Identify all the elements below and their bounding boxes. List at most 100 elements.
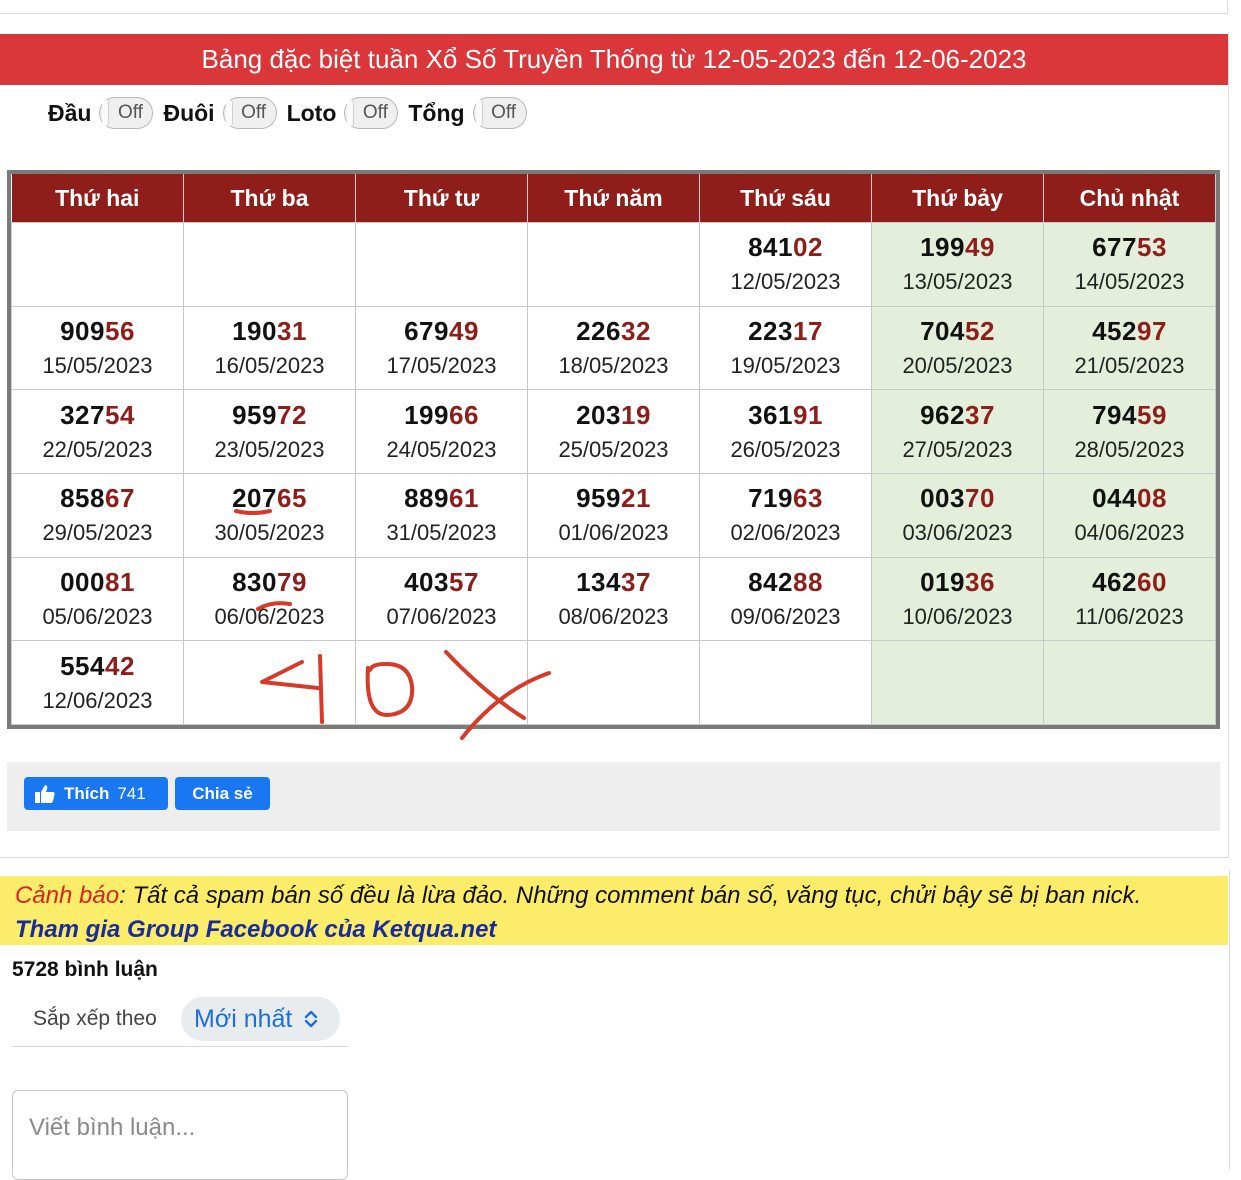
number-head: 841 xyxy=(748,232,793,263)
result-date: 14/05/2023 xyxy=(1074,269,1185,295)
share-button[interactable]: Chia sẻ xyxy=(175,777,270,810)
result-cell: 67753 14/05/2023 xyxy=(1043,222,1216,307)
result-number: 22317 xyxy=(700,316,871,346)
result-date: 25/05/2023 xyxy=(558,436,669,462)
toggle-dau[interactable]: Off xyxy=(99,97,154,129)
column-header: Thứ sáu xyxy=(699,174,872,223)
result-date: 27/05/2023 xyxy=(902,436,1013,462)
result-cell: 22317 19/05/2023 xyxy=(699,305,872,391)
number-tail: 21 xyxy=(620,483,651,514)
result-cell: 95972 23/05/2023 xyxy=(183,389,356,474)
number-head: 858 xyxy=(60,483,105,514)
result-cell: 04408 04/06/2023 xyxy=(1043,472,1216,558)
chevron-updown-icon xyxy=(305,1010,318,1028)
result-date: 21/05/2023 xyxy=(1074,352,1185,378)
toggle-knob xyxy=(225,100,233,126)
result-cell: 22632 18/05/2023 xyxy=(527,305,700,391)
result-number: 71963 xyxy=(700,483,871,513)
result-number: 67949 xyxy=(356,316,527,346)
divider xyxy=(12,1046,348,1047)
toggle-duoi[interactable]: Off xyxy=(222,97,277,129)
sort-select[interactable]: Mới nhất xyxy=(181,997,340,1041)
number-head: 000 xyxy=(60,566,105,597)
top-frame xyxy=(0,0,1228,14)
result-date: 18/05/2023 xyxy=(558,352,669,378)
result-date: 12/06/2023 xyxy=(42,687,153,713)
number-tail: 70 xyxy=(964,483,995,514)
result-cell: 20319 25/05/2023 xyxy=(527,389,700,474)
number-head: 223 xyxy=(748,315,793,346)
toggle-state: Off xyxy=(117,102,143,123)
result-date: 06/06/2023 xyxy=(214,603,325,629)
result-number: 13437 xyxy=(528,567,699,597)
number-tail: 37 xyxy=(964,399,995,430)
number-tail: 37 xyxy=(620,566,651,597)
result-date: 31/05/2023 xyxy=(386,520,497,546)
column-header: Thứ hai xyxy=(11,174,184,223)
empty-cell xyxy=(355,640,528,725)
number-head: 203 xyxy=(576,399,621,430)
result-number: 84102 xyxy=(700,232,871,262)
number-tail: 91 xyxy=(792,399,823,430)
number-head: 842 xyxy=(748,566,793,597)
number-head: 199 xyxy=(404,399,449,430)
facebook-group-link[interactable]: Tham gia Group Facebook của Ketqua.net xyxy=(15,916,496,944)
toggle-state: Off xyxy=(491,102,517,123)
number-head: 327 xyxy=(60,399,105,430)
result-number: 79459 xyxy=(1044,400,1215,430)
number-tail: 66 xyxy=(448,399,479,430)
result-number: 19031 xyxy=(184,316,355,346)
result-cell: 32754 22/05/2023 xyxy=(11,389,184,474)
toggle-tong[interactable]: Off xyxy=(472,97,527,129)
number-tail: 42 xyxy=(104,650,135,681)
result-number: 22632 xyxy=(528,316,699,346)
warning-banner: Cảnh báo: Tất cả spam bán số đều là lừa … xyxy=(0,876,1228,945)
warning-prefix: Cảnh báo xyxy=(15,882,120,909)
number-head: 019 xyxy=(920,566,965,597)
result-date: 07/06/2023 xyxy=(386,603,497,629)
result-date: 04/06/2023 xyxy=(1074,520,1185,546)
like-button[interactable]: Thích 741 xyxy=(24,777,168,810)
result-number: 70452 xyxy=(872,316,1043,346)
number-head: 704 xyxy=(920,315,965,346)
number-head: 403 xyxy=(404,566,449,597)
like-count: 741 xyxy=(117,783,146,803)
result-number: 40357 xyxy=(356,567,527,597)
toggle-state: Off xyxy=(362,102,388,123)
column-header: Thứ ba xyxy=(183,174,356,223)
result-date: 16/05/2023 xyxy=(214,352,325,378)
result-number: 36191 xyxy=(700,400,871,430)
number-head: 226 xyxy=(576,315,621,346)
result-cell: 19966 24/05/2023 xyxy=(355,389,528,474)
result-number: 00081 xyxy=(12,567,183,597)
number-tail: 57 xyxy=(448,566,479,597)
number-head: 719 xyxy=(748,483,793,514)
result-cell: 01936 10/06/2023 xyxy=(871,556,1044,642)
toggle-knob xyxy=(347,100,355,126)
number-head: 361 xyxy=(748,399,793,430)
number-head: 190 xyxy=(232,315,277,346)
number-tail: 17 xyxy=(792,315,823,346)
number-head: 003 xyxy=(920,483,965,514)
warning-body: : Tất cả spam bán số đều là lừa đảo. Nhữ… xyxy=(119,882,1142,909)
result-number: 67753 xyxy=(1044,232,1215,262)
toggle-loto[interactable]: Off xyxy=(344,97,399,129)
result-cell: 88961 31/05/2023 xyxy=(355,472,528,558)
results-grid: Thứ hai Thứ ba Thứ tư Thứ năm Thứ sáu Thứ bảy… xyxy=(11,174,1216,725)
table-row: 32754 22/05/2023 95972 23/05/2023 19966 24/05… xyxy=(11,389,1216,474)
result-cell: 46260 11/06/2023 xyxy=(1043,556,1216,642)
column-header: Chủ nhật xyxy=(1043,174,1216,223)
number-tail: 61 xyxy=(448,483,479,514)
result-number: 83079 xyxy=(184,567,355,597)
number-head: 677 xyxy=(1092,232,1137,263)
empty-cell xyxy=(355,222,528,307)
sort-label: Sắp xếp theo xyxy=(33,1007,157,1030)
result-number: 95972 xyxy=(184,400,355,430)
like-label: Thích xyxy=(64,783,110,803)
share-bar: Thích 741 Chia sẻ xyxy=(7,762,1220,831)
result-number: 01936 xyxy=(872,567,1043,597)
result-date: 13/05/2023 xyxy=(902,269,1013,295)
comment-input[interactable] xyxy=(27,1113,331,1143)
number-head: 044 xyxy=(1092,483,1137,514)
result-cell: 79459 28/05/2023 xyxy=(1043,389,1216,474)
